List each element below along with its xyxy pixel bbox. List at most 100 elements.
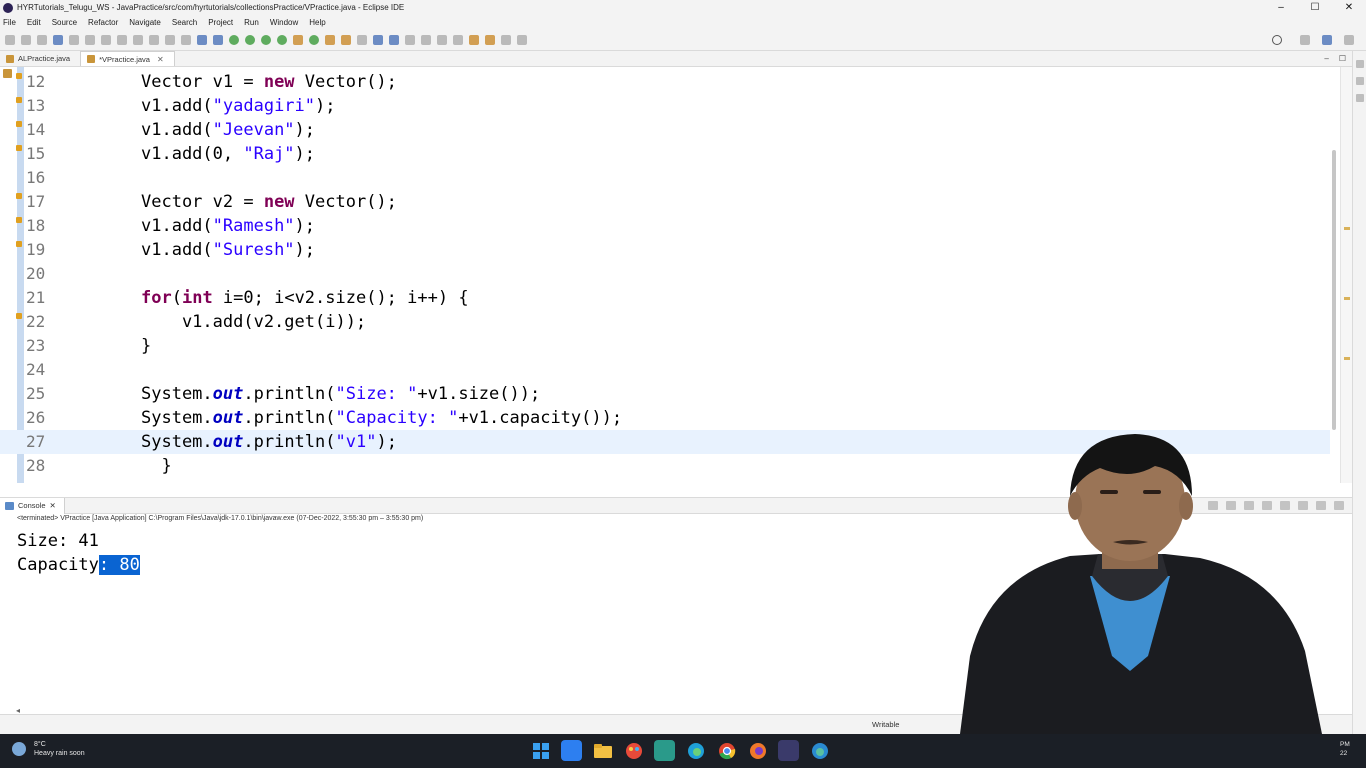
weather-widget[interactable]: 8°C Heavy rain soon xyxy=(12,740,85,758)
code-line[interactable]: 24 xyxy=(0,358,1330,382)
menu-refactor[interactable]: Refactor xyxy=(88,18,118,27)
code-line[interactable]: 15 v1.add(0, "Raj"); xyxy=(0,142,1330,166)
code-line[interactable]: 18 v1.add("Ramesh"); xyxy=(0,214,1330,238)
save-all-icon[interactable] xyxy=(37,35,47,45)
code-line[interactable]: 13 v1.add("yadagiri"); xyxy=(0,94,1330,118)
close-console-icon[interactable]: ✕ xyxy=(50,501,56,510)
warning-icon[interactable] xyxy=(16,73,22,79)
task-list-icon[interactable] xyxy=(1355,94,1364,102)
open-type-icon[interactable] xyxy=(341,35,351,45)
step-over-icon[interactable] xyxy=(165,35,175,45)
toggle-breadcrumb-icon[interactable] xyxy=(389,35,399,45)
forward-icon[interactable] xyxy=(501,35,511,45)
start-icon[interactable] xyxy=(530,740,551,761)
code-line[interactable]: 23} xyxy=(0,334,1330,358)
overview-marker[interactable] xyxy=(1344,227,1350,230)
code-line[interactable]: 14 v1.add("Jeevan"); xyxy=(0,118,1330,142)
run-icon[interactable] xyxy=(245,35,255,45)
menu-window[interactable]: Window xyxy=(270,18,298,27)
warning-icon[interactable] xyxy=(16,313,22,319)
coverage-icon[interactable] xyxy=(261,35,271,45)
minimize-button[interactable]: – xyxy=(1264,0,1298,15)
debug-icon[interactable] xyxy=(229,35,239,45)
menu-edit[interactable]: Edit xyxy=(27,18,41,27)
back-icon[interactable] xyxy=(485,35,495,45)
menu-help[interactable]: Help xyxy=(309,18,325,27)
file-explorer-icon[interactable] xyxy=(592,740,613,761)
menu-run[interactable]: Run xyxy=(244,18,259,27)
menu-file[interactable]: File xyxy=(3,18,16,27)
maximize-button[interactable]: ☐ xyxy=(1298,0,1332,15)
editor-vertical-scrollbar[interactable] xyxy=(1332,150,1336,430)
code-line[interactable]: 19 v1.add("Suresh"); xyxy=(0,238,1330,262)
terminate-icon[interactable] xyxy=(117,35,127,45)
edge-icon[interactable] xyxy=(685,740,706,761)
warning-icon[interactable] xyxy=(16,121,22,127)
close-button[interactable]: ✕ xyxy=(1332,0,1366,15)
paint-icon[interactable] xyxy=(623,740,644,761)
warning-icon[interactable] xyxy=(16,217,22,223)
step-return-icon[interactable] xyxy=(181,35,191,45)
disconnect-icon[interactable] xyxy=(133,35,143,45)
chrome-icon[interactable] xyxy=(716,740,737,761)
restore-icon[interactable] xyxy=(1355,60,1364,68)
menu-navigate[interactable]: Navigate xyxy=(129,18,161,27)
search-icon[interactable] xyxy=(1272,35,1282,45)
skip-breakpoints-icon[interactable] xyxy=(69,35,79,45)
block-selection-icon[interactable] xyxy=(405,35,415,45)
external-tools-icon[interactable] xyxy=(277,35,287,45)
warning-icon[interactable] xyxy=(16,145,22,151)
new-icon[interactable] xyxy=(5,35,15,45)
code-editor[interactable]: 12 Vector v1 = new Vector(); 13 v1.add("yad… xyxy=(0,67,1340,483)
print-icon[interactable] xyxy=(53,35,63,45)
search-toolbar-icon[interactable] xyxy=(357,35,367,45)
maximize-icon[interactable]: ☐ xyxy=(1339,54,1346,63)
tab-vpractice[interactable]: *VPractice.java ✕ xyxy=(80,51,175,66)
outline-view-icon[interactable] xyxy=(1355,77,1364,85)
resume-icon[interactable] xyxy=(85,35,95,45)
console-output[interactable]: Size: 41 Capacity: 80 xyxy=(17,529,140,577)
code-line[interactable]: 12 Vector v1 = new Vector(); xyxy=(0,70,1330,94)
pin-editor-icon[interactable] xyxy=(517,35,527,45)
overview-marker[interactable] xyxy=(1344,357,1350,360)
code-line[interactable]: 20 xyxy=(0,262,1330,286)
warning-icon[interactable] xyxy=(16,97,22,103)
calculator-icon[interactable] xyxy=(654,740,675,761)
next-annotation-icon[interactable] xyxy=(437,35,447,45)
edge-dev-icon[interactable] xyxy=(809,740,830,761)
drop-to-frame-icon[interactable] xyxy=(197,35,207,45)
tab-alpractice[interactable]: ALPractice.java xyxy=(0,51,80,66)
step-into-icon[interactable] xyxy=(149,35,159,45)
code-line[interactable]: 21 for(int i=0; i<v2.size(); i++) { xyxy=(0,286,1330,310)
tab-console[interactable]: Console ✕ xyxy=(0,497,65,514)
last-edit-location-icon[interactable] xyxy=(469,35,479,45)
new-class-icon[interactable] xyxy=(325,35,335,45)
warning-icon[interactable] xyxy=(16,193,22,199)
new-java-project-icon[interactable] xyxy=(293,35,303,45)
code-line[interactable]: 22 v1.add(v2.get(i)); xyxy=(0,310,1330,334)
warning-icon[interactable] xyxy=(16,241,22,247)
overview-ruler[interactable] xyxy=(1340,67,1352,483)
menu-source[interactable]: Source xyxy=(52,18,77,27)
menu-search[interactable]: Search xyxy=(172,18,197,27)
system-clock[interactable]: PM 22 xyxy=(1340,740,1350,758)
debug-perspective-icon[interactable] xyxy=(1344,35,1354,45)
show-whitespace-icon[interactable] xyxy=(421,35,431,45)
java-perspective-icon[interactable] xyxy=(1322,35,1332,45)
new-package-icon[interactable] xyxy=(309,35,319,45)
suspend-icon[interactable] xyxy=(101,35,111,45)
previous-annotation-icon[interactable] xyxy=(453,35,463,45)
open-perspective-icon[interactable] xyxy=(1300,35,1310,45)
code-line[interactable]: 17 Vector v2 = new Vector(); xyxy=(0,190,1330,214)
menu-project[interactable]: Project xyxy=(208,18,233,27)
code-line[interactable]: 25 System.out.println("Size: "+v1.size())… xyxy=(0,382,1330,406)
eclipse-taskbar-icon[interactable] xyxy=(778,740,799,761)
overview-marker[interactable] xyxy=(1344,297,1350,300)
lightshot-icon[interactable] xyxy=(561,740,582,761)
toggle-mark-occurrences-icon[interactable] xyxy=(373,35,383,45)
close-tab-icon[interactable]: ✕ xyxy=(157,55,164,64)
use-step-filters-icon[interactable] xyxy=(213,35,223,45)
firefox-icon[interactable] xyxy=(747,740,768,761)
save-icon[interactable] xyxy=(21,35,31,45)
code-line[interactable]: 16 xyxy=(0,166,1330,190)
